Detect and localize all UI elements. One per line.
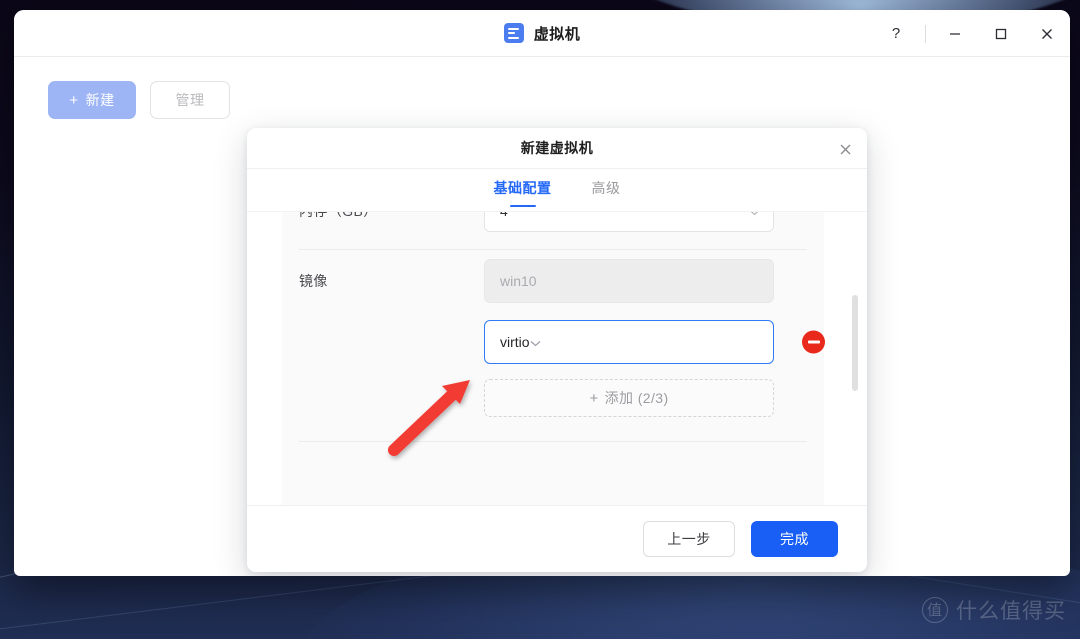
form-row-memory: 内存（GB） 4 [282,212,824,232]
titlebar-divider [925,24,926,43]
finish-button-label: 完成 [780,531,809,547]
new-vm-dialog: 新建虚拟机 基础配置 高级 内存（GB） 4 [247,128,867,572]
config-form-panel: 内存（GB） 4 镜像 [282,212,825,505]
form-row-driver: virtio [282,312,825,372]
vm-app-icon [503,23,524,43]
add-device-button-label: 添加 (2/3) [604,390,669,406]
new-vm-button-label: 新建 [85,92,115,108]
memory-select-value: 4 [500,212,508,219]
watermark-text: 什么值得买 [956,600,1066,623]
memory-label: 内存（GB） [282,212,484,221]
remove-driver-button[interactable] [802,330,825,354]
form-row-image: 镜像 win10 [282,250,824,312]
minimize-icon[interactable] [932,10,978,57]
maximize-icon[interactable] [978,10,1024,57]
window-titlebar: 虚拟机 ? [14,10,1070,57]
finish-button[interactable]: 完成 [751,521,838,557]
memory-select[interactable]: 4 [484,212,774,232]
scrollbar-thumb[interactable] [852,295,858,391]
window-title: 虚拟机 [533,25,581,43]
watermark-badge: 值 [922,597,948,623]
manage-button-label: 管理 [175,92,205,108]
chevron-down-icon [530,334,541,350]
desktop-background: 虚拟机 ? + 新建 管理 新建虚拟机 基础配置 高级 镜像 win10 vir… [0,0,1080,639]
manage-button[interactable]: 管理 [150,81,230,119]
form-row-add: + 添加 (2/3) [282,372,824,424]
dialog-title: 新建虚拟机 [520,140,594,156]
new-vm-button[interactable]: + 新建 [48,81,136,119]
image-input-value: win10 [500,273,537,289]
plus-icon: + [589,389,599,407]
dialog-body: 内存（GB） 4 镜像 [247,212,867,505]
chevron-down-icon [749,212,760,219]
memory-field: 4 [484,212,774,232]
driver-select[interactable]: virtio [484,320,774,364]
plus-icon: + [69,91,79,109]
dialog-footer: 上一步 完成 [247,505,867,572]
close-icon[interactable] [1024,10,1070,57]
dialog-scrollbar[interactable] [852,212,858,505]
app-toolbar: + 新建 管理 [14,57,1070,119]
dialog-header: 新建虚拟机 [247,128,867,169]
dialog-tabs: 基础配置 高级 [247,169,867,212]
image-input-disabled: win10 [484,259,774,303]
add-device-button[interactable]: + 添加 (2/3) [484,379,774,417]
image-label: 镜像 [299,273,328,289]
form-divider-bottom [299,441,807,442]
watermark: 值 什么值得买 [922,595,1066,625]
image-field: win10 [484,259,774,303]
tab-basic-config[interactable]: 基础配置 [494,178,552,207]
window-controls: ? [873,10,1070,57]
virtual-machine-app-window: 虚拟机 ? + 新建 管理 新建虚拟机 基础配置 高级 镜像 win10 vir… [14,10,1070,576]
help-icon[interactable]: ? [873,10,919,57]
dialog-close-icon[interactable] [835,139,855,159]
driver-field: virtio [484,320,774,364]
tab-advanced[interactable]: 高级 [592,178,621,207]
previous-step-button[interactable]: 上一步 [643,521,735,557]
previous-step-label: 上一步 [667,531,711,547]
window-title-group: 虚拟机 [503,23,581,44]
add-field: + 添加 (2/3) [484,379,774,417]
driver-select-value: virtio [500,334,530,350]
